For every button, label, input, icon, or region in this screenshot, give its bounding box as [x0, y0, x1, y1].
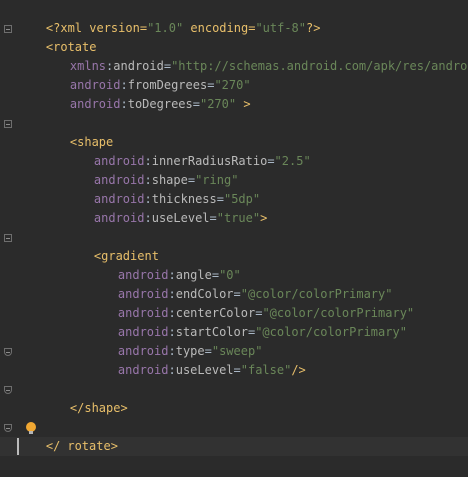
code-line-uselevel-true[interactable]: android:useLevel="true">: [65, 190, 267, 225]
uselevel-attr: useLevel: [175, 363, 234, 377]
equals: =: [192, 97, 200, 111]
code-line-startcolor[interactable]: android:startColor="@color/colorPrimary": [89, 304, 407, 339]
lightbulb-icon[interactable]: [26, 422, 36, 434]
colon: :: [144, 211, 152, 225]
code-line-shape-attr[interactable]: android:shape="ring": [65, 152, 239, 187]
android-prefix: android: [69, 97, 121, 111]
rotate-close-tag-start: </: [45, 439, 61, 453]
code-line-angle[interactable]: android:angle="0": [89, 247, 241, 282]
code-line-xmlns[interactable]: xmlns:android="http://schemas.android.co…: [41, 38, 468, 73]
uselevel-attr: useLevel: [151, 211, 210, 225]
android-prefix: android: [117, 363, 169, 377]
code-line-type[interactable]: android:type="sweep": [89, 323, 263, 358]
fold-shape-end-icon[interactable]: [4, 386, 12, 394]
tag-close: >: [260, 211, 268, 225]
fold-gradient-end-icon[interactable]: [4, 348, 12, 356]
code-editor[interactable]: <?xml version="1.0" encoding="utf-8"?> <…: [0, 0, 468, 477]
startcolor-value: "@color/colorPrimary": [255, 325, 407, 339]
code-line-endcolor[interactable]: android:endColor="@color/colorPrimary": [89, 266, 393, 301]
fold-rotate-end-icon[interactable]: [4, 424, 12, 432]
fold-rotate-icon[interactable]: [4, 25, 12, 33]
xml-encoding-value: "utf-8": [255, 21, 307, 35]
rotate-close-tag-end: rotate>: [67, 439, 118, 453]
code-line-gradient-open[interactable]: <gradient: [65, 228, 159, 263]
code-line-centercolor[interactable]: android:centerColor="@color/colorPrimary…: [89, 285, 414, 320]
code-line-xml-declaration[interactable]: <?xml version="1.0" encoding="utf-8"?>: [17, 0, 321, 35]
colon: :: [168, 363, 176, 377]
code-line-uselevel-false[interactable]: android:useLevel="false"/>: [89, 342, 306, 377]
code-line-innerradiusratio[interactable]: android:innerRadiusRatio="2.5": [65, 133, 311, 168]
equals: =: [267, 154, 275, 168]
android-prefix: android: [93, 211, 145, 225]
xml-decl-end: ?>: [306, 21, 321, 35]
uselevel-value: "false": [240, 363, 292, 377]
todegrees-value: "270": [199, 97, 237, 111]
shape-close-tag: </shape>: [69, 401, 128, 415]
equals: =: [209, 211, 217, 225]
xml-version-value: "1.0": [147, 21, 184, 35]
code-line-thickness[interactable]: android:thickness="5dp": [65, 171, 260, 206]
text-caret: [17, 438, 19, 455]
innerradiusratio-value: "2.5": [274, 154, 311, 168]
fold-gradient-icon[interactable]: [4, 234, 12, 242]
code-line-rotate-open[interactable]: <rotate: [17, 19, 97, 54]
uselevel-value: "true": [216, 211, 261, 225]
tag-close: >: [236, 97, 251, 111]
code-line-fromdegrees[interactable]: android:fromDegrees="270": [41, 57, 251, 92]
xml-encoding-attr: encoding=: [183, 21, 256, 35]
fold-shape-icon[interactable]: [4, 120, 12, 128]
todegrees-attr: toDegrees: [127, 97, 193, 111]
code-line-shape-close[interactable]: </shape>: [41, 380, 128, 415]
colon: :: [120, 97, 128, 111]
equals: =: [233, 363, 241, 377]
code-line-shape-open[interactable]: <shape: [41, 114, 113, 149]
code-line-todegrees[interactable]: android:toDegrees="270" >: [41, 76, 251, 111]
tag-self-close: />: [291, 363, 306, 377]
